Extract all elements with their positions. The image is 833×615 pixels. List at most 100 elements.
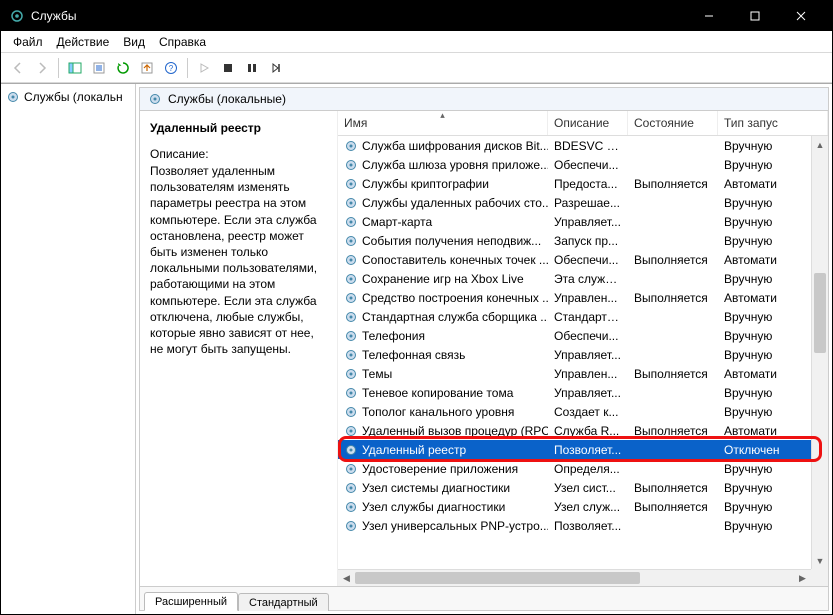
table-row[interactable]: Сопоставитель конечных точек ...Обеспечи… xyxy=(338,250,828,269)
service-description: BDESVC пр... xyxy=(548,138,628,154)
properties-button[interactable] xyxy=(88,57,110,79)
service-state xyxy=(628,392,718,394)
scroll-thumb[interactable] xyxy=(355,572,640,584)
menu-action[interactable]: Действие xyxy=(51,33,116,51)
gear-icon xyxy=(344,481,358,495)
back-button[interactable] xyxy=(7,57,29,79)
table-row[interactable]: События получения неподвиж...Запуск пр..… xyxy=(338,231,828,250)
service-state: Выполняется xyxy=(628,252,718,268)
horizontal-scrollbar[interactable]: ◀ ▶ xyxy=(338,569,811,586)
gear-icon xyxy=(344,291,358,305)
service-name: Сопоставитель конечных точек ... xyxy=(362,253,548,267)
table-row[interactable]: Смарт-картаУправляет...Вручную xyxy=(338,212,828,231)
gear-icon xyxy=(344,158,358,172)
service-state: Выполняется xyxy=(628,366,718,382)
title-bar: Службы xyxy=(1,1,832,31)
menu-help[interactable]: Справка xyxy=(153,33,212,51)
scroll-up-icon[interactable]: ▲ xyxy=(812,136,828,153)
gear-icon xyxy=(344,253,358,267)
service-description: Служба R... xyxy=(548,423,628,439)
start-service-button[interactable] xyxy=(193,57,215,79)
gear-icon xyxy=(344,519,358,533)
show-hide-tree-button[interactable] xyxy=(64,57,86,79)
column-description[interactable]: Описание xyxy=(548,111,628,135)
menu-file[interactable]: Файл xyxy=(7,33,49,51)
service-description: Создает к... xyxy=(548,404,628,420)
table-row[interactable]: ТелефонияОбеспечи...Вручную xyxy=(338,326,828,345)
service-state: Выполняется xyxy=(628,499,718,515)
service-name: Узел службы диагностики xyxy=(362,500,505,514)
forward-button[interactable] xyxy=(31,57,53,79)
vertical-scrollbar[interactable]: ▲ ▼ xyxy=(811,136,828,569)
service-name: Служба шифрования дисков Bit... xyxy=(362,139,548,153)
table-row[interactable]: Узел службы диагностикиУзел служ...Выпол… xyxy=(338,497,828,516)
table-row[interactable]: Служба шифрования дисков Bit...BDESVC пр… xyxy=(338,136,828,155)
list-body[interactable]: Служба шифрования дисков Bit...BDESVC пр… xyxy=(338,136,828,586)
service-state xyxy=(628,354,718,356)
menu-view[interactable]: Вид xyxy=(117,33,151,51)
table-row[interactable]: Тополог канального уровняСоздает к...Вру… xyxy=(338,402,828,421)
description-text: Позволяет удаленным пользователям изменя… xyxy=(150,163,327,357)
table-row[interactable]: Узел универсальных PNP-устро...Позволяет… xyxy=(338,516,828,535)
table-row[interactable]: Удаленный реестрПозволяет...Отключен xyxy=(338,440,828,459)
service-state: Выполняется xyxy=(628,423,718,439)
column-startup[interactable]: Тип запус xyxy=(718,111,828,135)
table-row[interactable]: ТемыУправлен...ВыполняетсяАвтомати xyxy=(338,364,828,383)
view-tabs: Расширенный Стандартный xyxy=(140,586,828,610)
table-row[interactable]: Удаленный вызов процедур (RPC)Служба R..… xyxy=(338,421,828,440)
table-row[interactable]: Средство построения конечных ...Управлен… xyxy=(338,288,828,307)
service-state xyxy=(628,278,718,280)
service-name: Удостоверение приложения xyxy=(362,462,518,476)
table-row[interactable]: Служба шлюза уровня приложе...Обеспечи..… xyxy=(338,155,828,174)
tree-pane[interactable]: Службы (локальн xyxy=(1,84,136,614)
service-name: Удаленный реестр xyxy=(362,443,466,457)
sort-asc-icon: ▴ xyxy=(440,110,445,121)
pause-service-button[interactable] xyxy=(241,57,263,79)
scroll-left-icon[interactable]: ◀ xyxy=(338,570,355,586)
gear-icon xyxy=(344,310,358,324)
gear-icon xyxy=(344,386,358,400)
window-title: Службы xyxy=(31,9,686,23)
minimize-button[interactable] xyxy=(686,1,732,31)
service-name: Средство построения конечных ... xyxy=(362,291,548,305)
service-state xyxy=(628,145,718,147)
export-list-button[interactable] xyxy=(136,57,158,79)
close-button[interactable] xyxy=(778,1,824,31)
tab-standard[interactable]: Стандартный xyxy=(238,593,329,611)
table-row[interactable]: Стандартная служба сборщика ...Стандартн… xyxy=(338,307,828,326)
table-row[interactable]: Службы удаленных рабочих сто...Разрешае.… xyxy=(338,193,828,212)
pane-header: Службы (локальные) xyxy=(140,88,828,111)
scroll-thumb[interactable] xyxy=(814,273,826,353)
scroll-right-icon[interactable]: ▶ xyxy=(794,570,811,586)
gear-icon xyxy=(344,424,358,438)
table-row[interactable]: Узел системы диагностикиУзел сист...Выпо… xyxy=(338,478,828,497)
restart-service-button[interactable] xyxy=(265,57,287,79)
gear-icon xyxy=(344,139,358,153)
service-description: Управлен... xyxy=(548,290,628,306)
service-state xyxy=(628,164,718,166)
help-button[interactable]: ? xyxy=(160,57,182,79)
table-row[interactable]: Теневое копирование томаУправляет...Вруч… xyxy=(338,383,828,402)
column-state[interactable]: Состояние xyxy=(628,111,718,135)
menu-bar: Файл Действие Вид Справка xyxy=(1,31,832,53)
table-row[interactable]: Сохранение игр на Xbox LiveЭта служб...В… xyxy=(338,269,828,288)
service-state: Выполняется xyxy=(628,176,718,192)
maximize-button[interactable] xyxy=(732,1,778,31)
table-row[interactable]: Удостоверение приложенияОпределя...Вручн… xyxy=(338,459,828,478)
service-name: Узел системы диагностики xyxy=(362,481,510,495)
table-row[interactable]: Службы криптографииПредоста...Выполняетс… xyxy=(338,174,828,193)
tree-root-services[interactable]: Службы (локальн xyxy=(3,88,133,106)
scroll-down-icon[interactable]: ▼ xyxy=(812,552,828,569)
gear-icon xyxy=(344,177,358,191)
service-state xyxy=(628,221,718,223)
selected-service-name: Удаленный реестр xyxy=(150,121,327,135)
column-name[interactable]: Имя ▴ xyxy=(338,111,548,135)
detail-panel: Удаленный реестр Описание: Позволяет уда… xyxy=(140,111,338,586)
table-row[interactable]: Телефонная связьУправляет...Вручную xyxy=(338,345,828,364)
refresh-button[interactable] xyxy=(112,57,134,79)
service-state xyxy=(628,202,718,204)
stop-service-button[interactable] xyxy=(217,57,239,79)
service-state xyxy=(628,335,718,337)
service-name: Служба шлюза уровня приложе... xyxy=(362,158,548,172)
tab-extended[interactable]: Расширенный xyxy=(144,592,238,611)
